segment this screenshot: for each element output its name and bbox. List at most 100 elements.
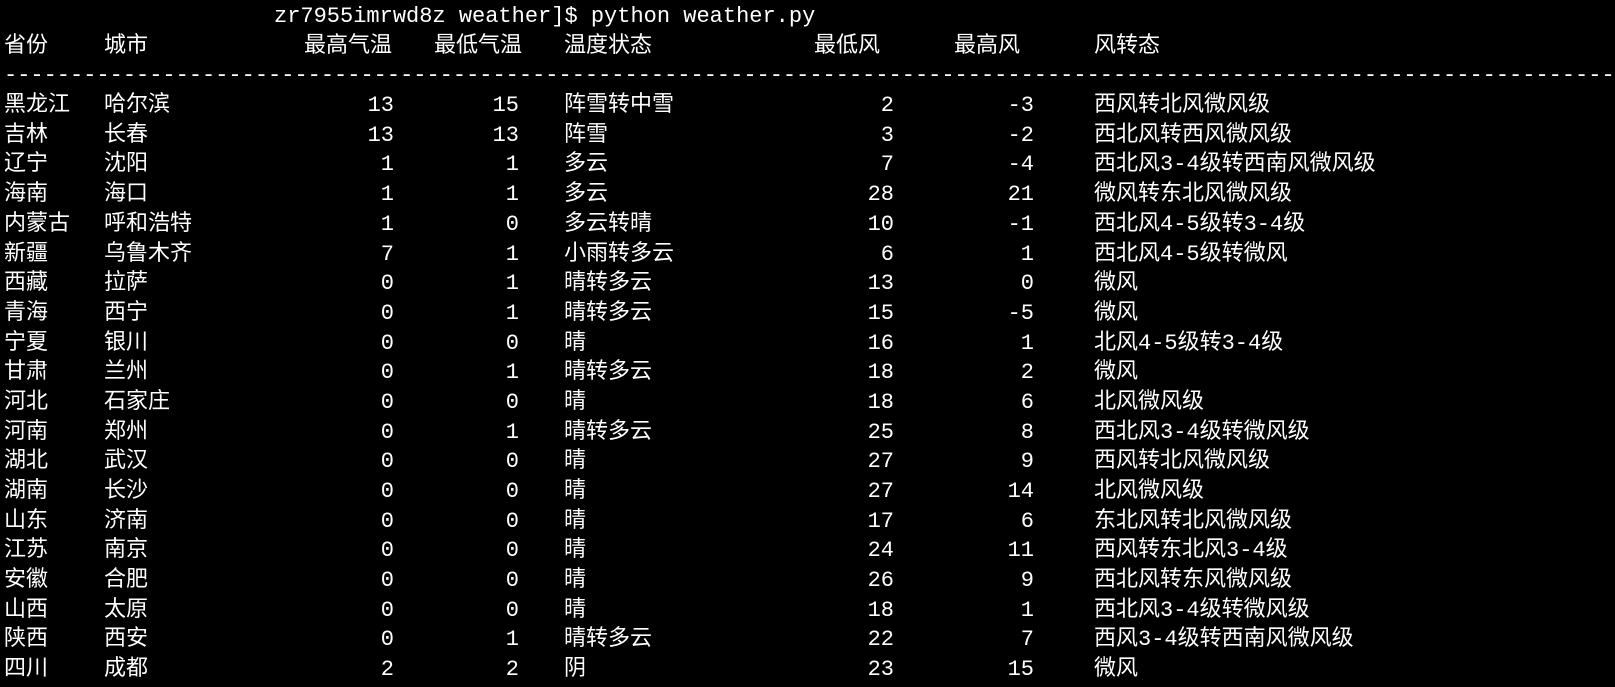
header-min-wind: 最低风 bbox=[814, 32, 954, 62]
cell-temp-status: 晴转多云 bbox=[564, 269, 814, 299]
cell-min-wind: 27 bbox=[814, 447, 954, 477]
cell-province: 陕西 bbox=[4, 625, 104, 655]
cell-min-wind: 2 bbox=[814, 91, 954, 121]
cell-city: 武汉 bbox=[104, 447, 304, 477]
cell-high-temp: 1 bbox=[304, 210, 434, 240]
cell-high-temp: 2 bbox=[304, 655, 434, 685]
cell-low-temp: 0 bbox=[434, 596, 564, 626]
cell-max-wind: 0 bbox=[954, 269, 1094, 299]
cell-low-temp: 1 bbox=[434, 240, 564, 270]
cell-high-temp: 13 bbox=[304, 91, 434, 121]
cell-high-temp: 1 bbox=[304, 180, 434, 210]
cell-temp-status: 多云转晴 bbox=[564, 210, 814, 240]
table-row: 江苏南京00晴2411西风转东北风3-4级 bbox=[4, 536, 1611, 566]
header-high-temp: 最高气温 bbox=[304, 32, 434, 62]
cell-low-temp: 0 bbox=[434, 210, 564, 240]
cell-low-temp: 1 bbox=[434, 625, 564, 655]
cell-wind-change: 西北风转东风微风级 bbox=[1094, 566, 1611, 596]
table-row: 黑龙江哈尔滨1315阵雪转中雪2-3西风转北风微风级 bbox=[4, 91, 1611, 121]
cell-province: 山东 bbox=[4, 507, 104, 537]
cell-temp-status: 晴 bbox=[564, 536, 814, 566]
table-row: 陕西西安01晴转多云227西风3-4级转西南风微风级 bbox=[4, 625, 1611, 655]
table-row: 山东济南00晴176东北风转北风微风级 bbox=[4, 507, 1611, 537]
cell-low-temp: 1 bbox=[434, 299, 564, 329]
table-row: 山西太原00晴181西北风3-4级转微风级 bbox=[4, 596, 1611, 626]
cell-temp-status: 晴转多云 bbox=[564, 418, 814, 448]
cell-high-temp: 13 bbox=[304, 121, 434, 151]
cell-province: 西藏 bbox=[4, 269, 104, 299]
cell-low-temp: 1 bbox=[434, 358, 564, 388]
cell-high-temp: 0 bbox=[304, 566, 434, 596]
cell-province: 河南 bbox=[4, 418, 104, 448]
cell-temp-status: 阴 bbox=[564, 655, 814, 685]
cell-city: 济南 bbox=[104, 507, 304, 537]
cell-wind-change: 西北风3-4级转微风级 bbox=[1094, 596, 1611, 626]
cell-max-wind: 1 bbox=[954, 596, 1094, 626]
cell-min-wind: 18 bbox=[814, 388, 954, 418]
cell-min-wind: 25 bbox=[814, 418, 954, 448]
cell-province: 吉林 bbox=[4, 121, 104, 151]
table-row: 湖北武汉00晴279西风转北风微风级 bbox=[4, 447, 1611, 477]
cell-min-wind: 26 bbox=[814, 566, 954, 596]
cell-low-temp: 15 bbox=[434, 91, 564, 121]
cell-city: 石家庄 bbox=[104, 388, 304, 418]
cell-max-wind: -2 bbox=[954, 121, 1094, 151]
cell-min-wind: 27 bbox=[814, 477, 954, 507]
cell-low-temp: 1 bbox=[434, 418, 564, 448]
cell-province: 甘肃 bbox=[4, 358, 104, 388]
cell-min-wind: 15 bbox=[814, 299, 954, 329]
cell-low-temp: 0 bbox=[434, 388, 564, 418]
table-row: 辽宁沈阳11多云7-4西北风3-4级转西南风微风级 bbox=[4, 150, 1611, 180]
cell-wind-change: 西北风3-4级转西南风微风级 bbox=[1094, 150, 1611, 180]
cell-city: 呼和浩特 bbox=[104, 210, 304, 240]
cell-max-wind: 6 bbox=[954, 507, 1094, 537]
cell-low-temp: 0 bbox=[434, 566, 564, 596]
cell-wind-change: 微风 bbox=[1094, 358, 1611, 388]
table-row: 吉林长春1313阵雪3-2西北风转西风微风级 bbox=[4, 121, 1611, 151]
cell-high-temp: 0 bbox=[304, 447, 434, 477]
cell-province: 辽宁 bbox=[4, 150, 104, 180]
cell-province: 内蒙古 bbox=[4, 210, 104, 240]
header-province: 省份 bbox=[4, 32, 104, 62]
cell-max-wind: 15 bbox=[954, 655, 1094, 685]
cell-wind-change: 微风 bbox=[1094, 299, 1611, 329]
cell-city: 合肥 bbox=[104, 566, 304, 596]
cell-wind-change: 东北风转北风微风级 bbox=[1094, 507, 1611, 537]
cell-temp-status: 晴 bbox=[564, 566, 814, 596]
header-max-wind: 最高风 bbox=[954, 32, 1094, 62]
cell-high-temp: 0 bbox=[304, 269, 434, 299]
cell-temp-status: 晴转多云 bbox=[564, 299, 814, 329]
cell-province: 湖北 bbox=[4, 447, 104, 477]
header-row: 省份 城市 最高气温 最低气温 温度状态 最低风 最高风 风转态 bbox=[4, 32, 1611, 62]
cell-wind-change: 微风 bbox=[1094, 269, 1611, 299]
cell-high-temp: 0 bbox=[304, 299, 434, 329]
cell-city: 兰州 bbox=[104, 358, 304, 388]
cell-max-wind: 11 bbox=[954, 536, 1094, 566]
cell-max-wind: 6 bbox=[954, 388, 1094, 418]
cell-city: 太原 bbox=[104, 596, 304, 626]
cell-low-temp: 0 bbox=[434, 507, 564, 537]
cell-province: 山西 bbox=[4, 596, 104, 626]
cell-province: 海南 bbox=[4, 180, 104, 210]
terminal-prompt: zr7955imrwd8z weather]$ python weather.p… bbox=[274, 4, 815, 29]
table-row: 宁夏银川00晴161北风4-5级转3-4级 bbox=[4, 329, 1611, 359]
cell-high-temp: 7 bbox=[304, 240, 434, 270]
cell-city: 拉萨 bbox=[104, 269, 304, 299]
cell-city: 长沙 bbox=[104, 477, 304, 507]
cell-city: 哈尔滨 bbox=[104, 91, 304, 121]
cell-high-temp: 0 bbox=[304, 358, 434, 388]
cell-city: 成都 bbox=[104, 655, 304, 685]
cell-province: 黑龙江 bbox=[4, 91, 104, 121]
cell-low-temp: 2 bbox=[434, 655, 564, 685]
cell-min-wind: 16 bbox=[814, 329, 954, 359]
table-row: 四川成都22阴2315微风 bbox=[4, 655, 1611, 685]
cell-max-wind: -4 bbox=[954, 150, 1094, 180]
cell-city: 郑州 bbox=[104, 418, 304, 448]
cell-province: 江苏 bbox=[4, 536, 104, 566]
cell-min-wind: 7 bbox=[814, 150, 954, 180]
cell-high-temp: 0 bbox=[304, 507, 434, 537]
cell-min-wind: 13 bbox=[814, 269, 954, 299]
table-row: 西藏拉萨01晴转多云130微风 bbox=[4, 269, 1611, 299]
table-row: 甘肃兰州01晴转多云182微风 bbox=[4, 358, 1611, 388]
cell-city: 长春 bbox=[104, 121, 304, 151]
